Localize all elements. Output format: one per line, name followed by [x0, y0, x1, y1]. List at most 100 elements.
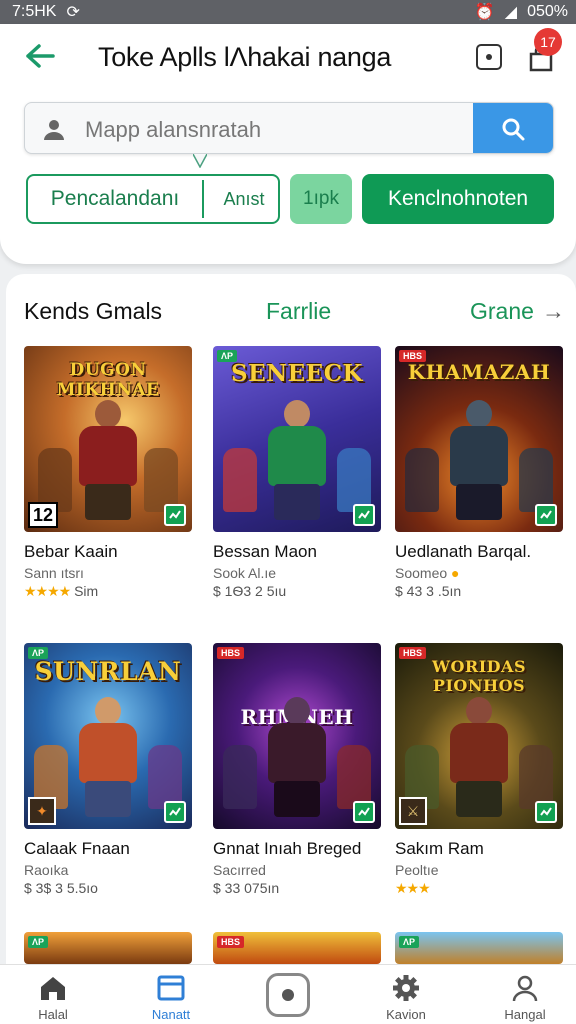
- filter-chip-2[interactable]: Anıst: [210, 176, 278, 222]
- header-card: Toke Aplls lΛhakai nanga 17 Mapp alansnr…: [0, 24, 576, 264]
- section-link-right[interactable]: Grane →: [470, 298, 565, 325]
- search-pointer: [193, 154, 207, 168]
- game-art-title: WORIDAS PIONHOS: [431, 657, 527, 695]
- check-icon: [353, 801, 375, 823]
- signal-icon: ◢: [504, 4, 518, 21]
- art-hero: [260, 697, 334, 817]
- art-figure: [337, 745, 371, 809]
- game-card[interactable]: ΛP: [24, 932, 194, 964]
- browser-icon: [157, 975, 185, 1001]
- art-figure: [148, 745, 182, 809]
- filter-group: Pencalandanı Anıst: [26, 174, 280, 224]
- games-section: Kends Gmals Farrlie Grane → DUGON MIKHNA…: [6, 274, 576, 964]
- game-card[interactable]: HBS WORIDAS PIONHOS ⚔ Sakım Ram Peoltıe …: [395, 643, 565, 897]
- game-tag: HBS: [217, 936, 245, 948]
- status-bar: 7:5HK ⟳ ⏰ ◢ 050%: [0, 0, 576, 24]
- game-thumbnail: ΛP: [395, 932, 563, 964]
- game-card[interactable]: ΛP SENEECK Bessan Maon Sook Al.ıe $ 1Ѳ3 …: [213, 346, 383, 599]
- game-thumbnail: ΛP SUNRLAN ✦: [24, 643, 192, 829]
- battery-text: 050%: [527, 3, 568, 20]
- game-thumbnail: HBS RHMNEH: [213, 643, 381, 829]
- coin-icon: ●: [451, 565, 460, 581]
- game-sub: Soomeo ●: [395, 565, 460, 581]
- game-card[interactable]: ΛP: [395, 932, 565, 964]
- search-button[interactable]: [473, 103, 553, 153]
- search-input[interactable]: Mapp alansnratah: [85, 117, 261, 143]
- game-card[interactable]: HBS KHAMAZAH Uedlanath Barqal. Soomeo ● …: [395, 346, 565, 599]
- age-rating: 12: [28, 502, 58, 528]
- game-name: Sakım Ram: [395, 839, 484, 858]
- game-name: Calaak Fnaan: [24, 839, 130, 858]
- emblem-icon: ✦: [28, 797, 56, 825]
- game-thumbnail: HBS: [213, 932, 381, 964]
- nav-item-home[interactable]: Halal: [3, 965, 103, 1024]
- game-thumbnail: ΛP SENEECK: [213, 346, 381, 532]
- art-figure: [223, 745, 257, 809]
- art-figure: [519, 448, 553, 512]
- notification-badge: 17: [534, 28, 562, 56]
- game-meta: $ 43 3 .5ın: [395, 583, 462, 599]
- user-icon: [44, 120, 64, 140]
- rating-stars: ★★★★: [24, 583, 71, 599]
- back-arrow-icon[interactable]: [24, 40, 56, 72]
- art-figure: [519, 745, 553, 809]
- status-time: 7:5HK: [12, 3, 57, 20]
- game-tag: ΛP: [399, 936, 420, 948]
- game-art-title: DUGON MIKHNAE: [56, 360, 160, 400]
- game-name: Gnnat Inıah Breged: [213, 839, 362, 858]
- check-icon: [164, 504, 186, 526]
- game-name: Bebar Kaain: [24, 542, 118, 561]
- check-icon: [164, 801, 186, 823]
- check-icon: [535, 801, 557, 823]
- nav-label: Halal: [38, 1007, 68, 1022]
- game-sub: Peoltıe: [395, 862, 439, 878]
- game-meta: ★★★: [395, 880, 565, 897]
- scan-button[interactable]: [476, 44, 502, 70]
- page-title: Toke Aplls lΛhakai nanga: [98, 42, 392, 72]
- art-figure: [144, 448, 178, 512]
- game-art-title: SUNRLAN: [34, 657, 182, 686]
- game-thumbnail: ΛP: [24, 932, 192, 964]
- art-hero: [71, 400, 145, 520]
- game-tag: HBS: [217, 647, 245, 659]
- emblem-icon: ⚔: [399, 797, 427, 825]
- art-hero: [442, 697, 516, 817]
- game-meta: $ 1Ѳ3 2 5ıu: [213, 583, 287, 599]
- game-card[interactable]: HBS: [213, 932, 383, 964]
- nav-item-center[interactable]: [266, 973, 310, 1017]
- art-figure: [337, 448, 371, 512]
- art-hero: [260, 400, 334, 520]
- nav-label: Kavion: [386, 1007, 426, 1022]
- game-meta: $ 3$ 3 5.5ıo: [24, 880, 98, 896]
- filter-chip-4[interactable]: Kenclnohnoten: [362, 174, 554, 224]
- game-sub: Sook Al.ıe: [213, 565, 277, 581]
- game-card[interactable]: HBS RHMNEH Gnnat Inıah Breged Sacırred $…: [213, 643, 383, 896]
- game-thumbnail: DUGON MIKHNAE 12: [24, 346, 192, 532]
- game-tag: ΛP: [28, 936, 49, 948]
- nav-item-settings[interactable]: Kavion: [356, 965, 456, 1024]
- sync-icon: ⟳: [66, 4, 80, 21]
- game-sub: Sann ıtsrı: [24, 565, 84, 581]
- nav-item-browse[interactable]: Nanatt: [121, 965, 221, 1024]
- game-meta: ★★★★ Sim: [24, 583, 99, 599]
- rating-stars: ★★★: [395, 880, 431, 896]
- game-meta: $ 33 075ın: [213, 880, 280, 896]
- chip-divider: [202, 180, 204, 218]
- section-title: Kends Gmals: [24, 298, 163, 324]
- section-link-middle[interactable]: Farrlie: [266, 298, 331, 325]
- game-sub: Raoıka: [24, 862, 69, 878]
- check-icon: [535, 504, 557, 526]
- game-art-title: KHAMAZAH: [407, 360, 551, 384]
- filter-chip-1[interactable]: Pencalandanı: [28, 176, 202, 222]
- see-all-label: Grane: [470, 298, 534, 324]
- nav-label: Hangal: [504, 1007, 546, 1022]
- art-hero: [71, 697, 145, 817]
- search-bar[interactable]: Mapp alansnratah: [24, 102, 554, 154]
- record-icon: [282, 989, 294, 1001]
- game-card[interactable]: DUGON MIKHNAE 12 Bebar Kaain Sann ıtsrı …: [24, 346, 194, 600]
- nav-item-profile[interactable]: Hangal: [475, 965, 575, 1024]
- art-figure: [223, 448, 257, 512]
- filter-chip-3[interactable]: 1ıpk: [290, 174, 352, 224]
- game-card[interactable]: ΛP SUNRLAN ✦ Calaak Fnaan Raoıka $ 3$ 3 …: [24, 643, 194, 896]
- home-icon: [41, 977, 65, 1000]
